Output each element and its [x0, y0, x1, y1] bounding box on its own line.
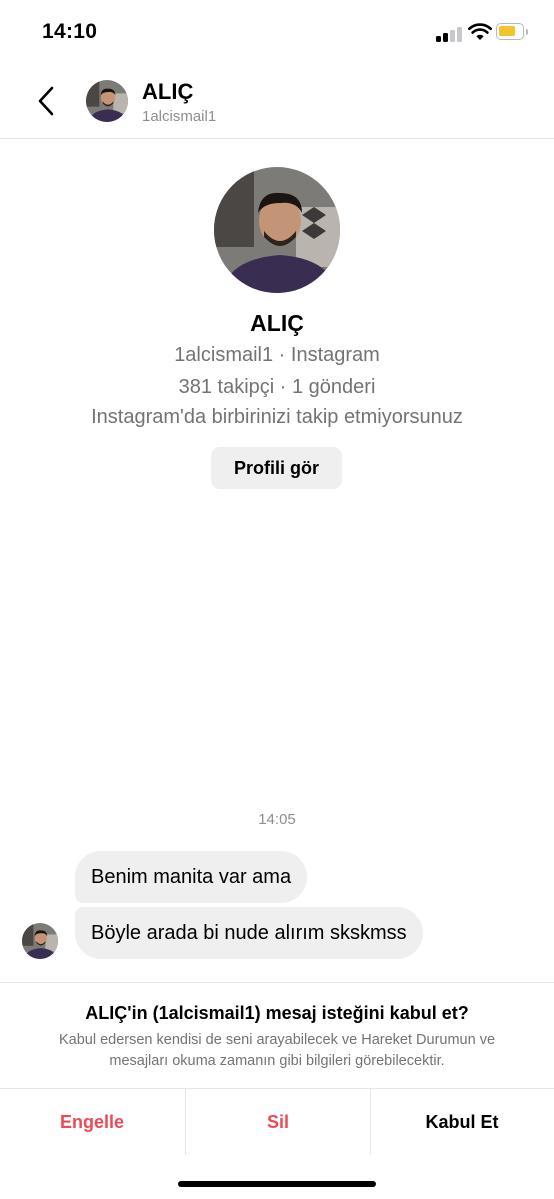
block-button[interactable]: Engelle — [0, 1089, 184, 1155]
sender-avatar[interactable] — [22, 923, 58, 959]
message-bubble[interactable]: Böyle arada bi nude alırım skskmss — [75, 907, 423, 959]
message-request-panel: ALIÇ'in (1alcismail1) mesaj isteğini kab… — [0, 982, 554, 1069]
message-bubble[interactable]: Benim manita var ama — [75, 851, 308, 903]
wifi-icon — [468, 23, 492, 40]
signal-icon — [436, 26, 464, 42]
profile-avatar[interactable] — [214, 167, 340, 293]
chat-header: ALIÇ 1alcismail1 — [0, 64, 554, 139]
delete-button[interactable]: Sil — [185, 1089, 371, 1155]
status-time: 14:10 — [42, 20, 98, 43]
profile-subtitle: 1alcismail1 · Instagram — [174, 344, 380, 366]
view-profile-button[interactable]: Profili gör — [211, 447, 342, 489]
request-title: ALIÇ'in (1alcismail1) mesaj isteğini kab… — [85, 1003, 469, 1023]
header-name[interactable]: ALIÇ — [142, 79, 193, 105]
message-timestamp: 14:05 — [258, 811, 296, 828]
follow-status: Instagram'da birbirinizi takip etmiyorsu… — [91, 406, 463, 428]
profile-name: ALIÇ — [250, 310, 304, 336]
back-chevron-icon[interactable] — [34, 84, 58, 118]
request-description: Kabul edersen kendisi de seni arayabilec… — [58, 1032, 496, 1069]
accept-button[interactable]: Kabul Et — [370, 1089, 554, 1155]
home-indicator[interactable] — [178, 1181, 376, 1187]
profile-stats: 381 takipçi · 1 gönderi — [178, 376, 376, 398]
header-avatar[interactable] — [86, 80, 128, 122]
request-actions: Engelle Sil Kabul Et — [0, 1088, 554, 1155]
battery-icon — [496, 23, 528, 40]
status-bar: 14:10 — [0, 0, 554, 64]
header-username: 1alcismail1 — [142, 108, 217, 125]
